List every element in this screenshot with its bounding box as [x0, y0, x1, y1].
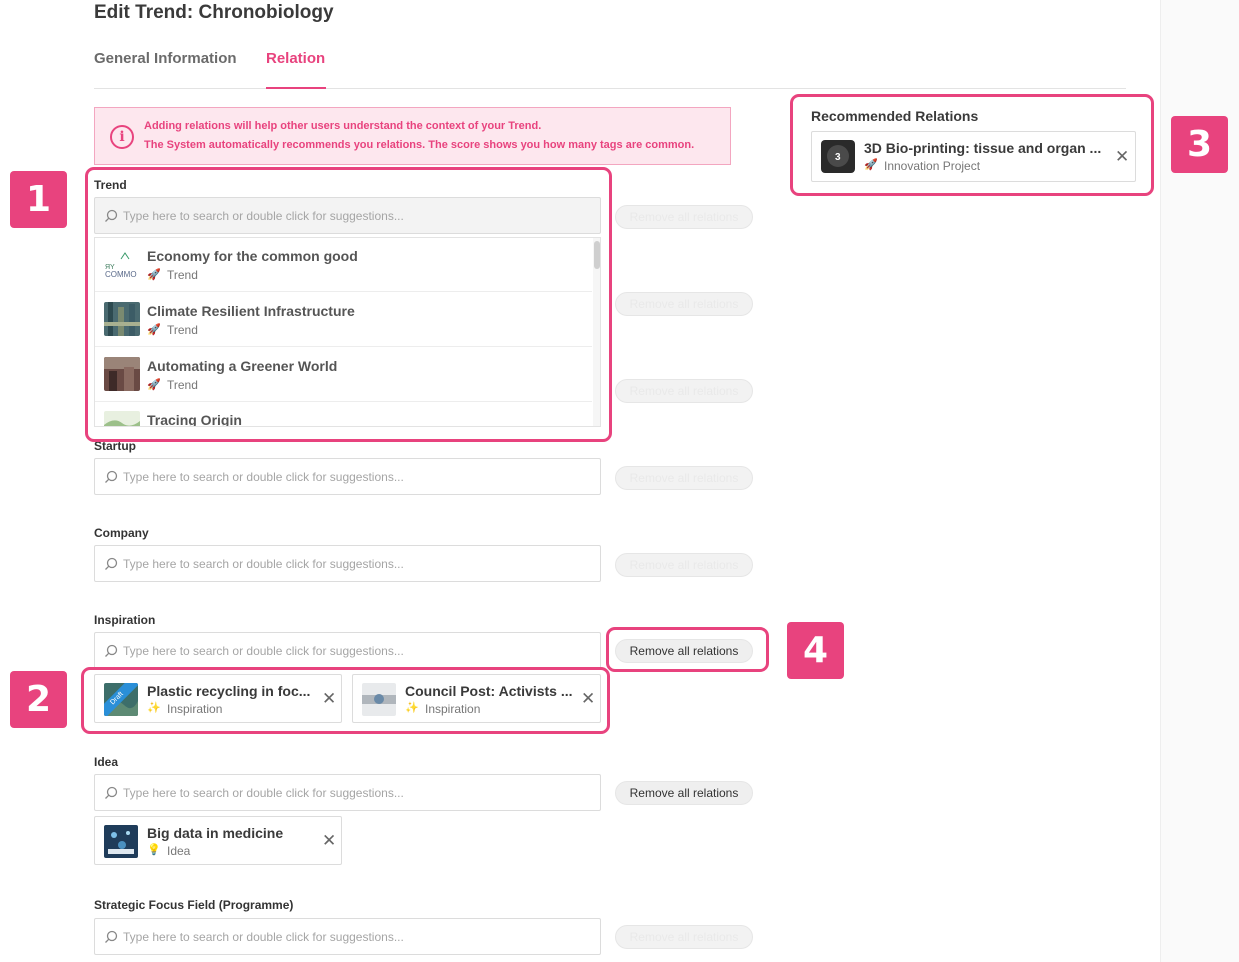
annotation-badge-2: 2 [10, 671, 67, 728]
search-icon [105, 786, 118, 799]
close-icon[interactable]: ✕ [322, 832, 336, 849]
idea-search-field[interactable] [94, 774, 601, 811]
strategic-search-input[interactable] [123, 919, 593, 954]
strategic-search-field[interactable] [94, 918, 601, 955]
search-icon [105, 930, 118, 943]
highlight-box-4 [606, 627, 769, 672]
idea-card[interactable]: Big data in medicine 💡 Idea ✕ [94, 816, 342, 865]
tab-relation[interactable]: Relation [266, 50, 325, 67]
section-label-company: Company [94, 526, 149, 540]
info-text-line1: Adding relations will help other users u… [144, 120, 542, 132]
startup-remove-all-button[interactable]: Remove all relations [615, 466, 753, 490]
active-tab-indicator [266, 87, 326, 89]
trend-remove-all-button[interactable]: Remove all relations [615, 205, 753, 229]
info-text-line2: The System automatically recommends you … [144, 139, 695, 151]
info-icon: i [110, 125, 134, 149]
tab-general-information[interactable]: General Information [94, 50, 237, 67]
card-type: Idea [167, 844, 191, 858]
search-icon [105, 557, 118, 570]
section-remove-all-button[interactable]: Remove all relations [615, 292, 753, 316]
search-icon [105, 644, 118, 657]
section-label-inspiration: Inspiration [94, 613, 156, 627]
inspiration-search-input[interactable] [123, 633, 593, 668]
annotation-badge-3: 3 [1171, 116, 1228, 173]
section-label-idea: Idea [94, 755, 119, 769]
startup-search-input[interactable] [123, 459, 593, 494]
section-label-strategic-focus-field: Strategic Focus Field (Programme) [94, 898, 294, 912]
tab-bar: General Information Relation [94, 50, 1126, 89]
card-thumbnail [104, 825, 138, 858]
idea-remove-all-button[interactable]: Remove all relations [615, 781, 753, 805]
annotation-badge-1: 1 [10, 171, 67, 228]
page-title: Edit Trend: Chronobiology [94, 2, 334, 23]
search-icon [105, 470, 118, 483]
company-search-input[interactable] [123, 546, 593, 581]
lightbulb-icon: 💡 [147, 844, 161, 856]
info-banner: i Adding relations will help other users… [94, 107, 731, 165]
section-remove-all-button[interactable]: Remove all relations [615, 379, 753, 403]
highlight-box-2 [81, 667, 610, 734]
card-title: Big data in medicine [147, 825, 284, 841]
company-search-field[interactable] [94, 545, 601, 582]
annotation-badge-4: 4 [787, 622, 844, 679]
inspiration-search-field[interactable] [94, 632, 601, 669]
highlight-box-1 [85, 167, 612, 442]
idea-search-input[interactable] [123, 775, 593, 810]
highlight-box-3 [790, 94, 1154, 196]
company-remove-all-button[interactable]: Remove all relations [615, 553, 753, 577]
startup-search-field[interactable] [94, 458, 601, 495]
strategic-remove-all-button[interactable]: Remove all relations [615, 925, 753, 949]
